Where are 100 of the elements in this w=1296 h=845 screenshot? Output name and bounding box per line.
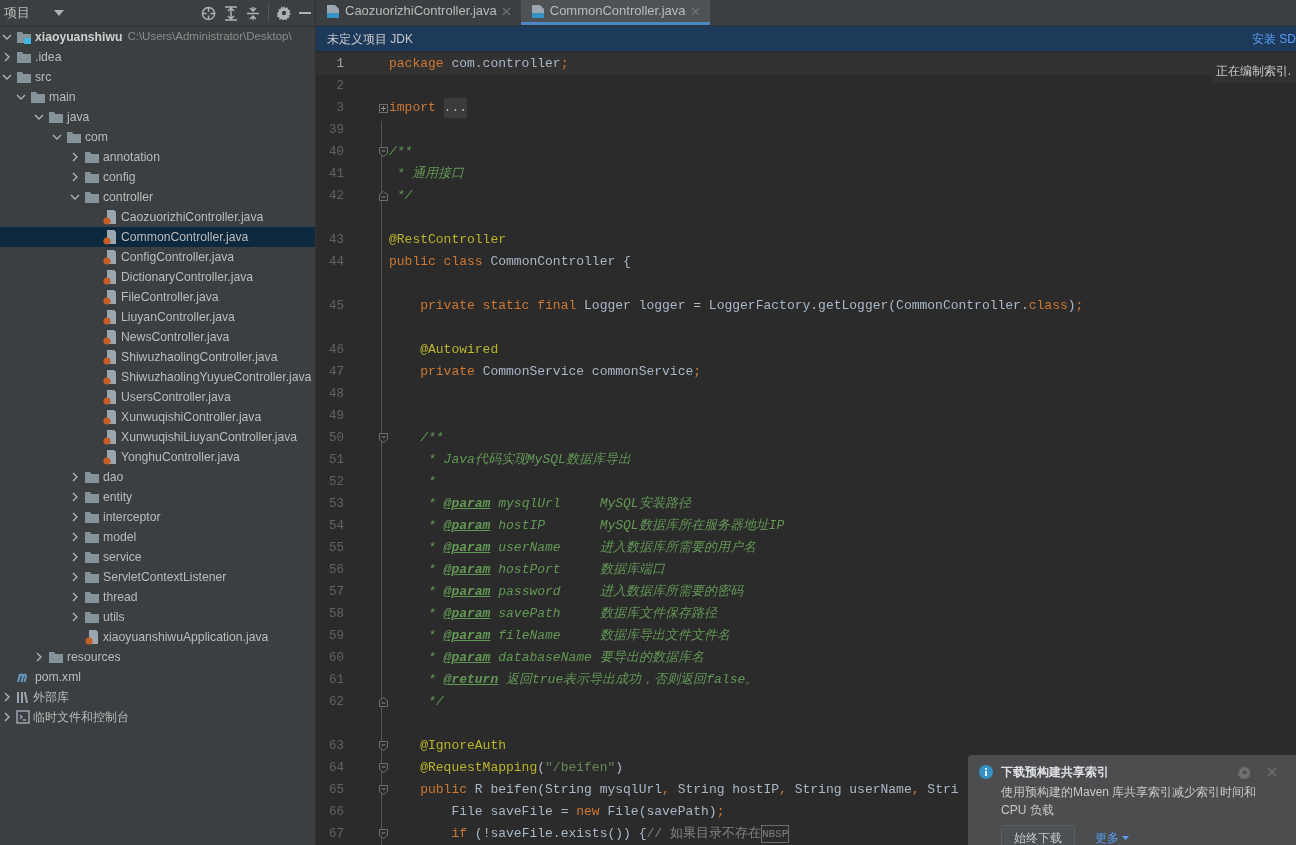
tree-item[interactable]: FileController.java — [121, 287, 219, 307]
line-number: 39 — [328, 121, 344, 139]
tree-item[interactable]: xiaoyuanshiwuApplication.java — [103, 627, 269, 647]
tree-row[interactable]: XunwuqishiController.java — [0, 407, 315, 427]
tree-item[interactable]: utils — [103, 607, 125, 627]
tree-item[interactable]: service — [103, 547, 142, 567]
tree-row[interactable]: model — [0, 527, 315, 547]
tree-item[interactable]: entity — [103, 487, 133, 507]
settings-icon[interactable] — [277, 6, 291, 20]
java-file-icon — [102, 269, 118, 285]
collapse-all-icon[interactable] — [246, 5, 260, 21]
tree-item[interactable]: YonghuController.java — [121, 447, 240, 467]
panel-title[interactable]: 项目 — [4, 3, 30, 23]
tree-row[interactable]: thread — [0, 587, 315, 607]
tree-row[interactable]: resources — [0, 647, 315, 667]
tree-item[interactable]: 外部库 — [33, 687, 69, 707]
tree-row[interactable]: annotation — [0, 147, 315, 167]
editor-tab[interactable]: CaozuorizhiController.java — [316, 0, 521, 25]
tree-item[interactable]: com — [85, 127, 109, 147]
tree-row[interactable]: main — [0, 87, 315, 107]
tree-item[interactable]: main — [49, 87, 76, 107]
tree-item[interactable]: dao — [103, 467, 124, 487]
tree-row[interactable]: com — [0, 127, 315, 147]
tree-item[interactable]: controller — [103, 187, 154, 207]
tree-row[interactable]: LiuyanController.java — [0, 307, 315, 327]
tree-item[interactable]: model — [103, 527, 137, 547]
line-number: 47 — [328, 363, 344, 381]
tree-item[interactable]: LiuyanController.java — [121, 307, 235, 327]
tree-row[interactable]: ConfigController.java — [0, 247, 315, 267]
fold-icon[interactable] — [379, 147, 388, 157]
editor-tab[interactable]: CommonController.java — [520, 0, 710, 25]
tree-row[interactable]: 外部库 — [0, 687, 315, 707]
tree-item[interactable]: ServletContextListener — [103, 567, 227, 587]
tree-item[interactable]: DictionaryController.java — [121, 267, 254, 287]
tree-item[interactable]: interceptor — [103, 507, 161, 527]
tree-item[interactable]: config — [103, 167, 136, 187]
tree-row[interactable]: ShiwuzhaolingYuyueController.java — [0, 367, 315, 387]
tree-item[interactable]: ShiwuzhaolingController.java — [121, 347, 278, 367]
line-number: 1 — [335, 55, 344, 73]
tree-row[interactable]: config — [0, 167, 315, 187]
tree-row[interactable]: NewsController.java — [0, 327, 315, 347]
always-download-button[interactable]: 始终下载 — [1001, 825, 1075, 845]
tree-row[interactable]: java — [0, 107, 315, 127]
tree-row[interactable]: xiaoyuanshiwu C:\Users\Administrator\Desktop\ — [0, 27, 315, 47]
tree-row[interactable]: controller — [0, 187, 315, 207]
more-link[interactable]: 更多 — [1095, 829, 1119, 845]
tree-item[interactable]: CaozuorizhiController.java — [121, 207, 264, 227]
tree-item[interactable]: XunwuqishiController.java — [121, 407, 262, 427]
tree-row[interactable]: interceptor — [0, 507, 315, 527]
tree-item[interactable]: 临时文件和控制台 — [33, 707, 129, 727]
tree-item[interactable]: annotation — [103, 147, 160, 167]
locate-icon[interactable] — [201, 5, 216, 21]
tree-row[interactable]: 临时文件和控制台 — [0, 707, 315, 727]
tree-row[interactable]: service — [0, 547, 315, 567]
install-sdk-link[interactable]: 安装 SD — [1252, 29, 1296, 48]
tree-item[interactable]: .idea — [35, 47, 62, 67]
tree-row[interactable]: ServletContextListener — [0, 567, 315, 587]
tree-row[interactable]: FileController.java — [0, 287, 315, 307]
tree-row[interactable]: CaozuorizhiController.java — [0, 207, 315, 227]
fold-icon[interactable] — [379, 763, 388, 773]
dropdown-caret-icon[interactable] — [54, 10, 64, 16]
expand-fold-icon[interactable] — [379, 103, 388, 113]
line-number: 52 — [328, 473, 344, 491]
tree-row[interactable]: DictionaryController.java — [0, 267, 315, 287]
fold-icon[interactable] — [379, 741, 388, 751]
tree-item[interactable]: java — [67, 107, 90, 127]
fold-icon[interactable] — [379, 433, 388, 443]
banner-text: 未定义项目 JDK — [327, 30, 413, 48]
tree-item[interactable]: XunwuqishiLiuyanController.java — [121, 427, 298, 447]
tree-row[interactable]: pom.xml — [0, 667, 315, 687]
tree-item[interactable]: CommonController.java — [121, 227, 249, 247]
java-file-icon — [102, 249, 118, 265]
tree-row[interactable]: XunwuqishiLiuyanController.java — [0, 427, 315, 447]
tree-row[interactable]: UsersController.java — [0, 387, 315, 407]
tree-item[interactable]: ConfigController.java — [121, 247, 235, 267]
tree-item[interactable]: ShiwuzhaolingYuyueController.java — [121, 367, 312, 387]
folder-icon — [84, 190, 100, 204]
tree-row-selected[interactable]: CommonController.java — [0, 227, 315, 247]
tree-row[interactable]: .idea — [0, 47, 315, 67]
fold-icon[interactable] — [379, 829, 388, 839]
caret-icon[interactable] — [1122, 836, 1129, 840]
fold-icon[interactable] — [379, 785, 388, 795]
tree-row[interactable]: xiaoyuanshiwuApplication.java — [0, 627, 315, 647]
tree-item[interactable]: resources — [67, 647, 121, 667]
tree-item[interactable]: NewsController.java — [121, 327, 230, 347]
tree-item[interactable]: UsersController.java — [121, 387, 231, 407]
tree-item[interactable]: xiaoyuanshiwu — [35, 27, 123, 47]
expand-all-icon[interactable] — [224, 5, 238, 21]
line-number: 66 — [328, 803, 344, 821]
tree-row[interactable]: utils — [0, 607, 315, 627]
tree-item[interactable]: thread — [103, 587, 138, 607]
tree-row[interactable]: YonghuController.java — [0, 447, 315, 467]
tree-row[interactable]: dao — [0, 467, 315, 487]
tree-item[interactable]: src — [35, 67, 52, 87]
tree-row[interactable]: ShiwuzhaolingController.java — [0, 347, 315, 367]
tree-row[interactable]: src — [0, 67, 315, 87]
tree-item[interactable]: pom.xml — [35, 667, 82, 687]
fold-end-icon[interactable] — [379, 697, 388, 707]
tree-row[interactable]: entity — [0, 487, 315, 507]
fold-end-icon[interactable] — [379, 191, 388, 201]
